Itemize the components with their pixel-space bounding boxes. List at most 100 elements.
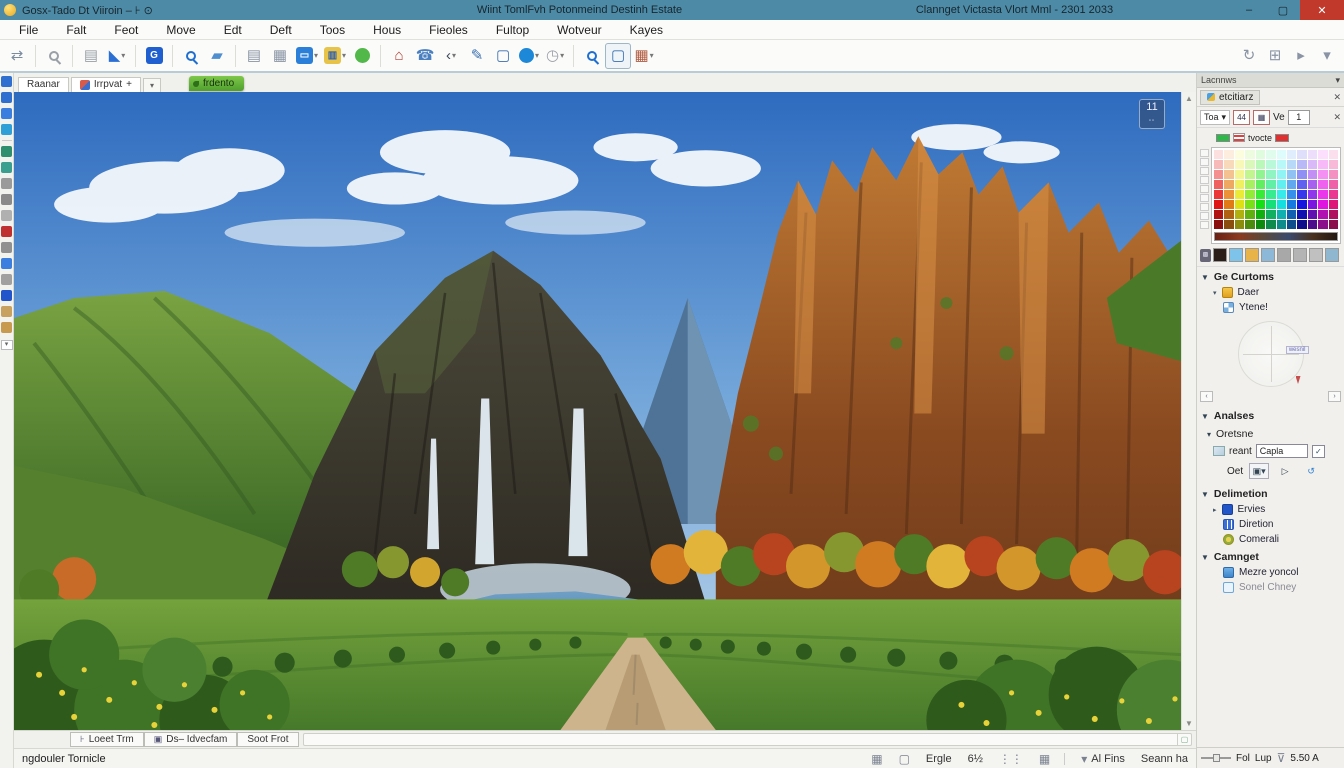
tool-icon-5[interactable] bbox=[1, 146, 12, 157]
panel-tab[interactable]: etcitiarz bbox=[1200, 90, 1260, 105]
palette-cell[interactable] bbox=[1287, 180, 1296, 189]
palette-cell[interactable] bbox=[1266, 160, 1275, 169]
scroll-left-icon[interactable]: ‹ bbox=[1200, 391, 1213, 402]
palette-cell[interactable] bbox=[1214, 220, 1223, 229]
palette-cell[interactable] bbox=[1308, 220, 1317, 229]
palette-cell[interactable] bbox=[1266, 180, 1275, 189]
palette-cell[interactable] bbox=[1214, 150, 1223, 159]
tool-icon-12[interactable] bbox=[1, 258, 12, 269]
palette-cell[interactable] bbox=[1266, 210, 1275, 219]
menu-falt[interactable]: Falt bbox=[53, 21, 99, 39]
palette-cell[interactable] bbox=[1235, 180, 1244, 189]
palette-cell[interactable] bbox=[1318, 200, 1327, 209]
palette-cell[interactable] bbox=[1277, 220, 1286, 229]
canvas-horizontal-scrollbar[interactable]: ▢ bbox=[303, 733, 1192, 746]
zoom-mode-icon[interactable]: ⊽ bbox=[1277, 751, 1286, 765]
chevron-left-icon[interactable]: ‹▾ bbox=[438, 43, 464, 69]
section-oretsne[interactable]: ▾Oretsne bbox=[1197, 424, 1344, 442]
ai-fins-control[interactable]: ▾ Al Fins bbox=[1081, 752, 1125, 766]
palette-cell[interactable] bbox=[1329, 170, 1338, 179]
tool-icon-2[interactable] bbox=[1, 108, 12, 119]
camnget-item-2[interactable]: Sonel Chney bbox=[1197, 580, 1344, 595]
sheet-tab-1[interactable]: ⊦Loeet Trm bbox=[70, 732, 144, 747]
phone-icon[interactable]: ☎ bbox=[412, 43, 438, 69]
palette-cell[interactable] bbox=[1235, 220, 1244, 229]
section-camnget[interactable]: ▼Camnget bbox=[1197, 547, 1344, 565]
palette-cell[interactable] bbox=[1287, 160, 1296, 169]
menu-wotveur[interactable]: Wotveur bbox=[544, 21, 614, 39]
palette-cell[interactable] bbox=[1245, 150, 1254, 159]
paste-block-icon[interactable]: G bbox=[141, 43, 167, 69]
palette-cell[interactable] bbox=[1297, 150, 1306, 159]
palette-cell[interactable] bbox=[1287, 150, 1296, 159]
palette-cell[interactable] bbox=[1297, 190, 1306, 199]
history-clock-icon[interactable]: ◷▾ bbox=[542, 43, 568, 69]
search-status-label[interactable]: Seann ha bbox=[1141, 753, 1188, 765]
palette-cell[interactable] bbox=[1224, 150, 1233, 159]
page-status-icon[interactable]: ▢ bbox=[899, 752, 910, 766]
tool-icon-1[interactable] bbox=[1, 92, 12, 103]
palette-cell[interactable] bbox=[1256, 190, 1265, 199]
color-swatch-3[interactable] bbox=[1245, 248, 1259, 262]
page-select-icon[interactable]: ▢ bbox=[605, 43, 631, 69]
page-browse-icon[interactable]: ▢ bbox=[1177, 734, 1191, 745]
tool-icon-3[interactable] bbox=[1, 124, 12, 135]
zoom-search-icon[interactable] bbox=[579, 43, 605, 69]
palette-cell[interactable] bbox=[1256, 150, 1265, 159]
palette-cell[interactable] bbox=[1235, 190, 1244, 199]
palette-cell[interactable] bbox=[1318, 180, 1327, 189]
image-canvas[interactable]: 11▫▫ bbox=[14, 92, 1181, 730]
palette-cell[interactable] bbox=[1245, 220, 1254, 229]
red-color-chip[interactable] bbox=[1275, 134, 1289, 142]
scroll-up-icon[interactable]: ▲ bbox=[1185, 94, 1193, 103]
palette-cell[interactable] bbox=[1277, 200, 1286, 209]
palette-cell[interactable] bbox=[1318, 160, 1327, 169]
palette-cell[interactable] bbox=[1266, 190, 1275, 199]
palette-cell[interactable] bbox=[1266, 220, 1275, 229]
palette-cell[interactable] bbox=[1329, 200, 1338, 209]
value-input[interactable]: 1 bbox=[1288, 110, 1310, 125]
scroll-right-icon[interactable]: › bbox=[1328, 391, 1341, 402]
search-icon[interactable] bbox=[178, 43, 204, 69]
panel-menu-icon[interactable]: ▾ bbox=[1335, 75, 1340, 86]
close-button[interactable]: ✕ bbox=[1300, 0, 1344, 20]
canvas-tab-1[interactable]: Raanar bbox=[18, 77, 69, 92]
refresh-action-icon[interactable]: ↺ bbox=[1301, 463, 1321, 479]
list-icon[interactable]: ▤ bbox=[241, 43, 267, 69]
palette-cell[interactable] bbox=[1235, 200, 1244, 209]
tool-icon-16[interactable] bbox=[1, 322, 12, 333]
palette-cell[interactable] bbox=[1277, 190, 1286, 199]
palette-cell[interactable] bbox=[1287, 200, 1296, 209]
color-swatch-8[interactable] bbox=[1325, 248, 1339, 262]
color-swatch-7[interactable] bbox=[1309, 248, 1323, 262]
palette-cell[interactable] bbox=[1329, 220, 1338, 229]
flag-color-icon[interactable] bbox=[1233, 133, 1245, 142]
palette-cell[interactable] bbox=[1256, 180, 1265, 189]
palette-cell[interactable] bbox=[1329, 160, 1338, 169]
mode-button[interactable]: ▣▾ bbox=[1249, 463, 1269, 479]
layers-item-1[interactable]: ▾Daer bbox=[1197, 285, 1344, 300]
color-swatch-4[interactable] bbox=[1261, 248, 1275, 262]
eraser-icon[interactable]: ▰ bbox=[204, 43, 230, 69]
palette-cell[interactable] bbox=[1245, 170, 1254, 179]
menu-edt[interactable]: Edt bbox=[211, 21, 255, 39]
table-icon[interactable]: ▦▾ bbox=[631, 43, 657, 69]
menu-fieoles[interactable]: Fieoles bbox=[416, 21, 481, 39]
checkbox-icon[interactable]: ✓ bbox=[1312, 445, 1325, 458]
palette-cell[interactable] bbox=[1224, 160, 1233, 169]
palette-cell[interactable] bbox=[1277, 210, 1286, 219]
crop-knife-icon[interactable]: ◣▾ bbox=[104, 43, 130, 69]
palette-cell[interactable] bbox=[1235, 160, 1244, 169]
palette-cell[interactable] bbox=[1224, 210, 1233, 219]
tool-icon-10[interactable] bbox=[1, 226, 12, 237]
palette-cell[interactable] bbox=[1287, 170, 1296, 179]
palette-cell[interactable] bbox=[1318, 190, 1327, 199]
color-swatch-5[interactable] bbox=[1277, 248, 1291, 262]
canvas-tab-2[interactable]: Irrpvat+ bbox=[71, 77, 141, 92]
menu-deft[interactable]: Deft bbox=[257, 21, 305, 39]
palette-cell[interactable] bbox=[1245, 180, 1254, 189]
palette-cell[interactable] bbox=[1245, 190, 1254, 199]
monitor-status-icon[interactable]: ▦ bbox=[871, 752, 882, 766]
palette-cell[interactable] bbox=[1224, 180, 1233, 189]
save-icon[interactable]: ▥▾ bbox=[321, 43, 349, 69]
